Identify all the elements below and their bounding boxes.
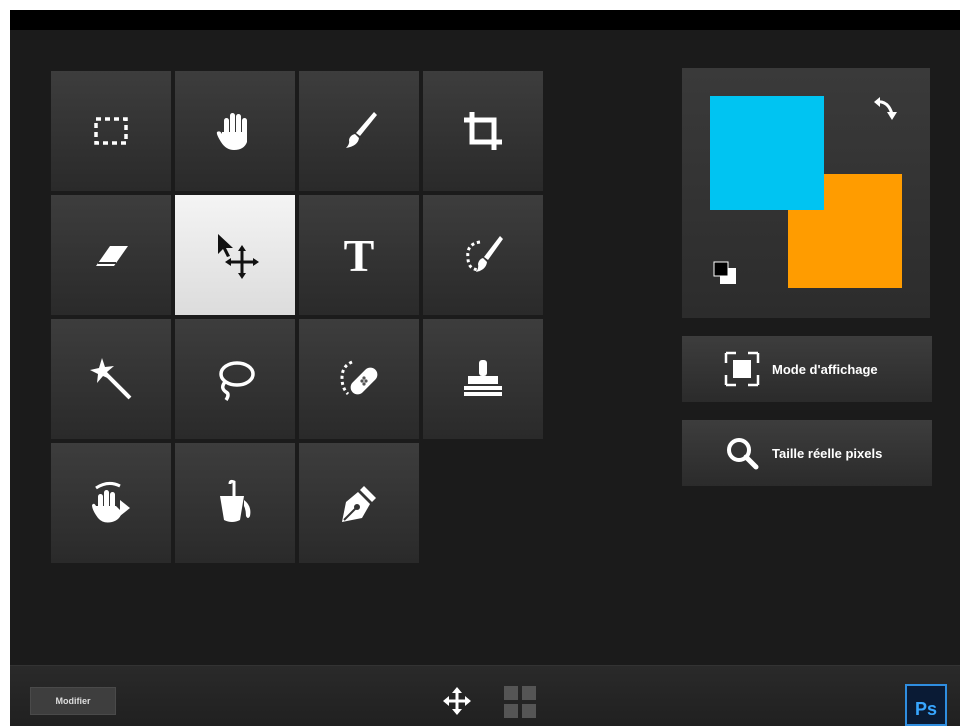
tool-lasso[interactable] bbox=[174, 318, 296, 440]
color-panel bbox=[682, 68, 930, 318]
pen-nib-icon bbox=[342, 486, 376, 522]
tool-grid: T bbox=[50, 70, 546, 566]
smudge-hand-icon bbox=[92, 481, 130, 523]
status-bar bbox=[10, 10, 960, 30]
bucket-icon bbox=[220, 479, 251, 522]
tool-clone-stamp[interactable] bbox=[422, 318, 544, 440]
magic-wand-icon bbox=[90, 358, 132, 400]
modify-button[interactable]: Modifier bbox=[30, 687, 116, 715]
photoshop-logo: Ps bbox=[905, 684, 947, 726]
display-mode-button[interactable]: Mode d'affichage bbox=[682, 336, 932, 402]
tool-paint-bucket[interactable] bbox=[174, 442, 296, 564]
tool-crop[interactable] bbox=[422, 70, 544, 192]
actual-pixels-button[interactable]: Taille réelle pixels bbox=[682, 420, 932, 486]
tool-healing-brush[interactable] bbox=[298, 318, 420, 440]
tool-eraser[interactable] bbox=[50, 194, 172, 316]
tool-hand[interactable] bbox=[174, 70, 296, 192]
swap-colors-icon[interactable] bbox=[870, 94, 900, 124]
tool-text[interactable]: T bbox=[298, 194, 420, 316]
stamp-icon bbox=[464, 360, 502, 396]
text-icon: T bbox=[343, 229, 375, 281]
lasso-icon bbox=[219, 361, 255, 401]
move-arrow-icon bbox=[218, 234, 259, 279]
marquee-icon bbox=[94, 117, 128, 145]
eraser-icon bbox=[96, 246, 128, 266]
default-colors-icon[interactable] bbox=[710, 258, 742, 290]
tool-magic-wand[interactable] bbox=[50, 318, 172, 440]
app-window: T Mode d'affichage Taille réelle pixels … bbox=[10, 10, 960, 726]
tool-quick-selection[interactable] bbox=[422, 194, 544, 316]
grid-view-icon[interactable] bbox=[502, 684, 538, 720]
pan-arrows-icon[interactable] bbox=[442, 686, 472, 716]
tool-brush[interactable] bbox=[298, 70, 420, 192]
brush-icon bbox=[346, 112, 377, 148]
foreground-color-swatch[interactable] bbox=[710, 96, 824, 210]
bandage-icon bbox=[340, 360, 378, 396]
crop-icon bbox=[464, 112, 502, 150]
bottom-toolbar: Modifier Ps bbox=[10, 665, 960, 726]
actual-pixels-label: Taille réelle pixels bbox=[772, 445, 883, 461]
magnifier-icon bbox=[727, 438, 759, 470]
quick-selection-icon bbox=[466, 236, 503, 272]
display-mode-label: Mode d'affichage bbox=[772, 361, 878, 377]
tool-smudge[interactable] bbox=[50, 442, 172, 564]
tool-pen[interactable] bbox=[298, 442, 420, 564]
tool-marquee[interactable] bbox=[50, 70, 172, 192]
tool-move[interactable] bbox=[174, 194, 296, 316]
hand-icon bbox=[216, 113, 247, 150]
screen-mode-icon bbox=[724, 351, 760, 387]
